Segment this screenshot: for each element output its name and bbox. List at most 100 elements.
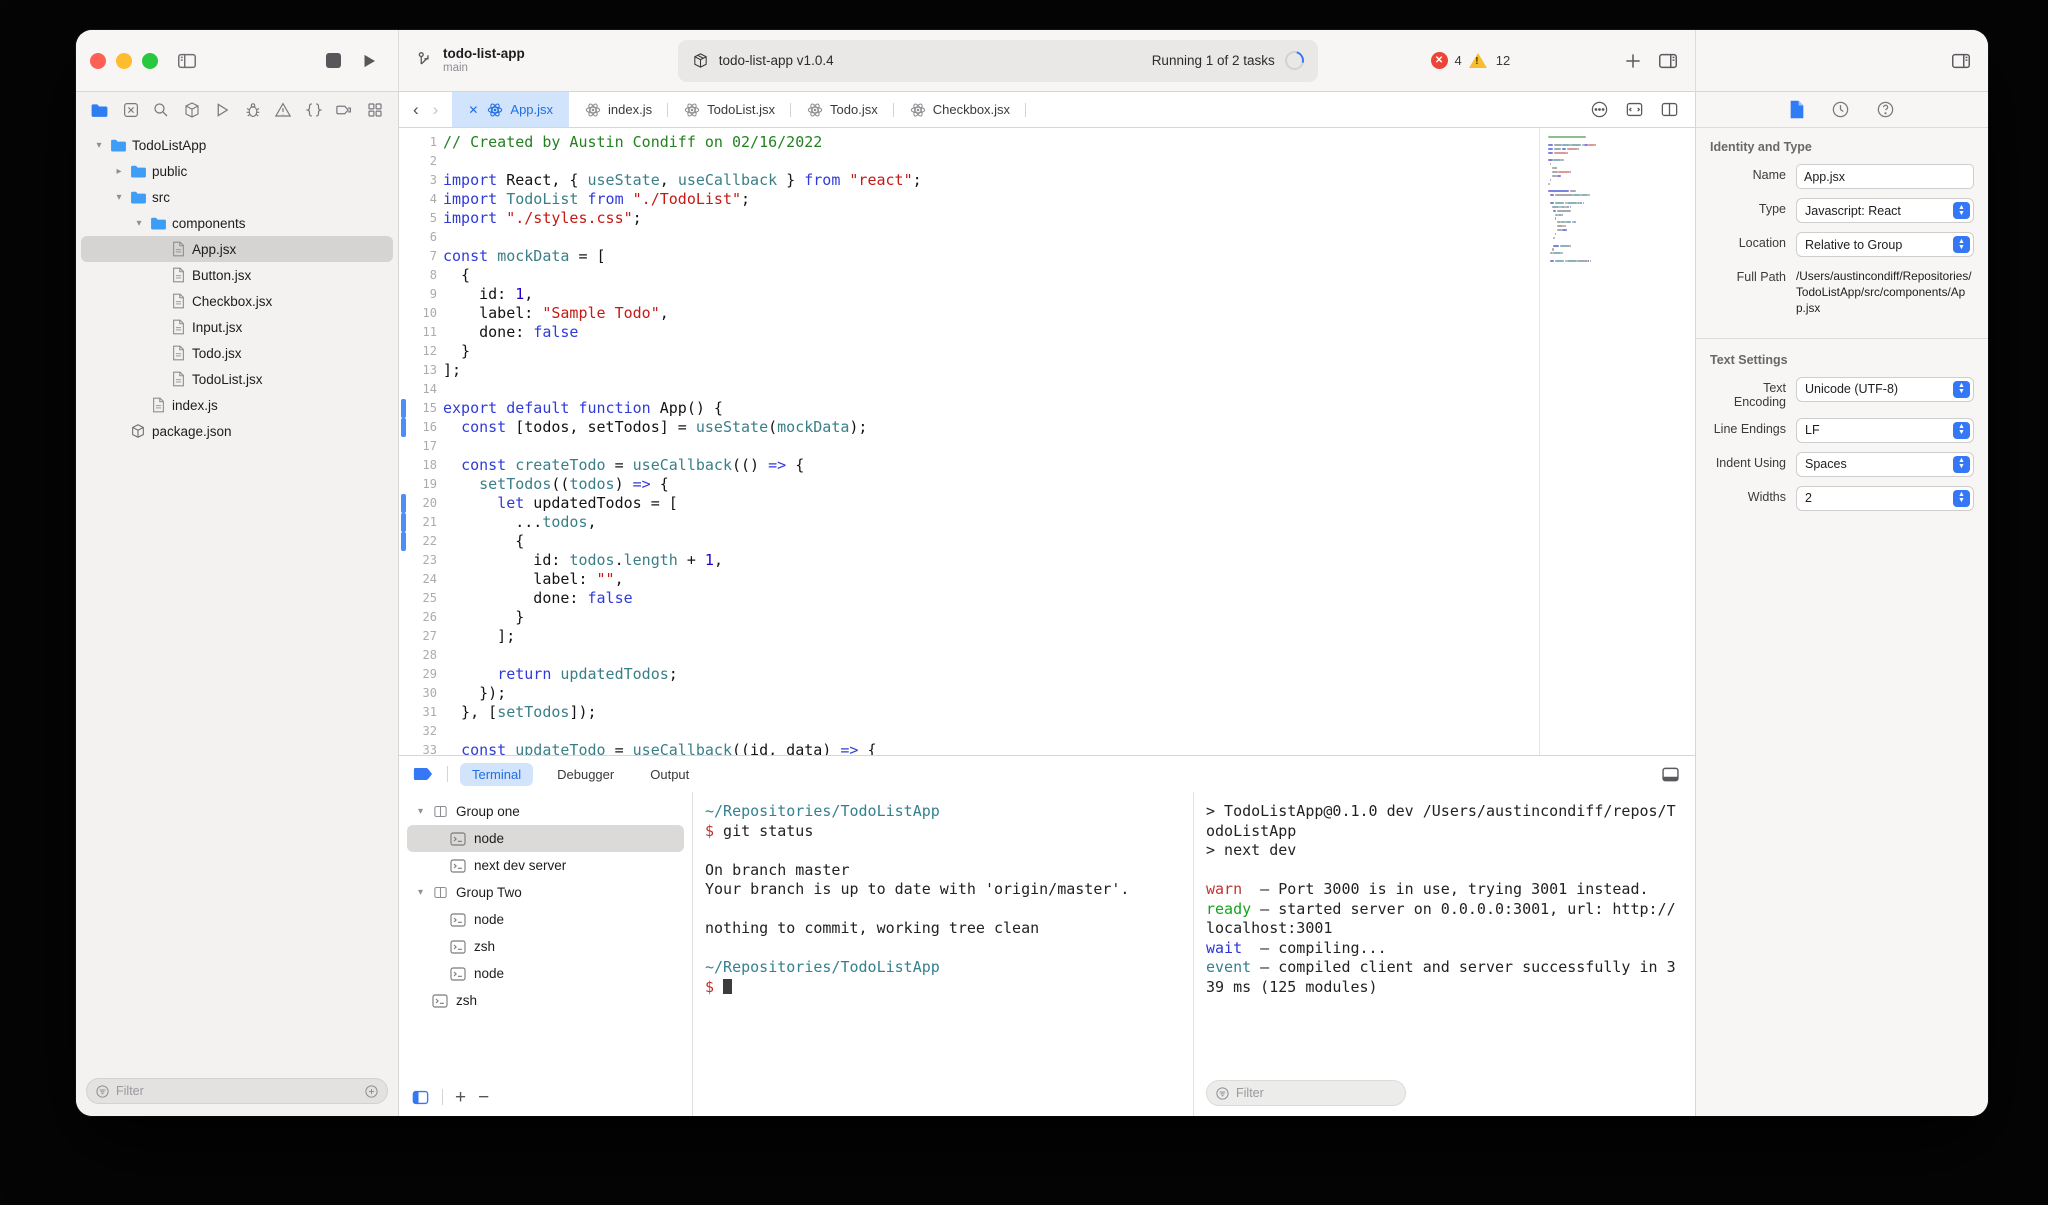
package-navigator-icon[interactable] — [183, 101, 201, 119]
source-control-navigator-icon[interactable] — [122, 101, 140, 119]
terminal-group-Group-one[interactable]: ▾ Group one — [407, 798, 684, 825]
terminal-output-main[interactable]: ~/Repositories/TodoListApp $ git status O… — [693, 792, 1193, 1116]
minimize-window-button[interactable] — [116, 52, 132, 69]
terminal-filter-field[interactable] — [1206, 1080, 1406, 1106]
add-filter-icon[interactable] — [364, 1084, 379, 1099]
code-line[interactable]: 14 — [399, 380, 1539, 399]
hide-drawer-icon[interactable] — [1660, 764, 1681, 785]
line-endings-dropdown[interactable]: LF ▲ ▼ — [1796, 417, 1974, 443]
run-button[interactable] — [354, 46, 384, 76]
close-window-button[interactable] — [90, 52, 106, 69]
add-button[interactable] — [1623, 51, 1643, 71]
debug-navigator-icon[interactable] — [244, 101, 262, 119]
terminal-session-node[interactable]: node — [407, 825, 684, 852]
indent-dropdown[interactable]: Spaces ▲ ▼ — [1796, 451, 1974, 477]
tab-output[interactable]: Output — [638, 763, 701, 786]
file-tree-item-src[interactable]: ▾ src — [81, 184, 393, 210]
code-line[interactable]: 9 id: 1, — [399, 285, 1539, 304]
terminal-session-node[interactable]: node — [407, 906, 684, 933]
run-navigator-icon[interactable] — [213, 101, 231, 119]
terminal-session-zsh[interactable]: zsh — [407, 987, 684, 1014]
terminal-session-node[interactable]: node — [407, 960, 684, 987]
file-tree-item-Todo.jsx[interactable]: Todo.jsx — [81, 340, 393, 366]
code-line[interactable]: 30 }); — [399, 684, 1539, 703]
code-line[interactable]: 15 export default function App() { — [399, 399, 1539, 418]
code-line[interactable]: 10 label: "Sample Todo", — [399, 304, 1539, 323]
extensions-navigator-icon[interactable] — [335, 101, 353, 119]
stop-button[interactable] — [318, 46, 348, 76]
type-dropdown[interactable]: Javascript: React ▲ ▼ — [1796, 198, 1974, 223]
encoding-dropdown[interactable]: Unicode (UTF-8) ▲ ▼ — [1796, 376, 1974, 402]
code-line[interactable]: 1// Created by Austin Condiff on 02/16/2… — [399, 133, 1539, 152]
code-line[interactable]: 11 done: false — [399, 323, 1539, 342]
disclosure-chevron[interactable]: ▾ — [111, 192, 127, 203]
code-area[interactable]: 1// Created by Austin Condiff on 02/16/2… — [399, 128, 1539, 755]
code-line[interactable]: 22 { — [399, 532, 1539, 551]
file-tree-item-package.json[interactable]: package.json — [81, 418, 393, 444]
zoom-window-button[interactable] — [142, 52, 158, 69]
code-line[interactable]: 2 — [399, 152, 1539, 171]
minimap[interactable] — [1539, 128, 1695, 755]
code-line[interactable]: 28 — [399, 646, 1539, 665]
tab-debugger[interactable]: Debugger — [545, 763, 626, 786]
code-line[interactable]: 26 } — [399, 608, 1539, 627]
editor-tab-TodoList.jsx[interactable]: TodoList.jsx — [668, 92, 792, 127]
navigate-back-icon[interactable]: ‹ — [413, 100, 419, 120]
file-tree-item-index.js[interactable]: index.js — [81, 392, 393, 418]
code-line[interactable]: 33 const updateTodo = useCallback((id, d… — [399, 741, 1539, 755]
disclosure-chevron[interactable]: ▾ — [413, 806, 428, 817]
editor-tab-Checkbox.jsx[interactable]: Checkbox.jsx — [894, 92, 1027, 127]
disclosure-chevron[interactable]: ▾ — [413, 887, 428, 898]
code-line[interactable]: 18 const createTodo = useCallback(() => … — [399, 456, 1539, 475]
toggle-right-sidebar-icon[interactable] — [1657, 50, 1679, 72]
terminal-session-next-dev-server[interactable]: next dev server — [407, 852, 684, 879]
code-line[interactable]: 31 }, [setTodos]); — [399, 703, 1539, 722]
code-line[interactable]: 5 import "./styles.css"; — [399, 209, 1539, 228]
code-line[interactable]: 20 let updatedTodos = [ — [399, 494, 1539, 513]
drawer-tag-icon[interactable] — [413, 766, 435, 782]
code-line[interactable]: 3 import React, { useState, useCallback }… — [399, 171, 1539, 190]
help-inspector-icon[interactable] — [1876, 100, 1895, 119]
add-terminal-button[interactable]: + — [455, 1088, 466, 1107]
editor-tab-App.jsx[interactable]: ✕ App.jsx — [452, 92, 570, 127]
project-info[interactable]: todo-list-app main — [415, 46, 565, 75]
issues-navigator-icon[interactable] — [274, 101, 292, 119]
code-line[interactable]: 27 ]; — [399, 627, 1539, 646]
location-dropdown[interactable]: Relative to Group ▲ ▼ — [1796, 232, 1974, 257]
code-line[interactable]: 19 setTodos((todos) => { — [399, 475, 1539, 494]
code-line[interactable]: 6 — [399, 228, 1539, 247]
remove-terminal-button[interactable]: − — [478, 1088, 489, 1107]
editor-tab-index.js[interactable]: index.js — [569, 92, 669, 127]
name-field[interactable] — [1796, 164, 1974, 189]
search-navigator-icon[interactable] — [152, 101, 170, 119]
navigator-filter-input[interactable] — [116, 1084, 358, 1098]
toggle-session-sidebar-icon[interactable] — [411, 1088, 430, 1107]
editor-tab-Todo.jsx[interactable]: Todo.jsx — [791, 92, 894, 127]
tab-terminal[interactable]: Terminal — [460, 762, 534, 786]
code-line[interactable]: 4 import TodoList from "./TodoList"; — [399, 190, 1539, 209]
issue-badges[interactable]: ✕ 4 12 — [1430, 52, 1510, 69]
toggle-left-sidebar-icon[interactable] — [172, 46, 202, 76]
close-tab-icon[interactable]: ✕ — [468, 103, 478, 117]
file-tree-item-Checkbox.jsx[interactable]: Checkbox.jsx — [81, 288, 393, 314]
code-line[interactable]: 12 } — [399, 342, 1539, 361]
file-inspector-icon[interactable] — [1789, 100, 1805, 119]
code-line[interactable]: 16 const [todos, setTodos] = useState(mo… — [399, 418, 1539, 437]
code-line[interactable]: 17 — [399, 437, 1539, 456]
grid-navigator-icon[interactable] — [366, 101, 384, 119]
file-tree-item-TodoList.jsx[interactable]: TodoList.jsx — [81, 366, 393, 392]
code-line[interactable]: 13]; — [399, 361, 1539, 380]
navigator-filter-field[interactable] — [86, 1078, 388, 1104]
code-line[interactable]: 8 { — [399, 266, 1539, 285]
terminal-output-dev[interactable]: > TodoListApp@0.1.0 dev /Users/austincon… — [1193, 792, 1695, 1116]
code-line[interactable]: 24 label: "", — [399, 570, 1539, 589]
code-line[interactable]: 7 const mockData = [ — [399, 247, 1539, 266]
terminal-session-zsh[interactable]: zsh — [407, 933, 684, 960]
code-line[interactable]: 25 done: false — [399, 589, 1539, 608]
terminal-filter-input[interactable] — [1236, 1086, 1397, 1100]
activity-status-bar[interactable]: todo-list-app v1.0.4 Running 1 of 2 task… — [677, 39, 1318, 82]
disclosure-chevron[interactable]: ▾ — [131, 218, 147, 229]
widths-dropdown[interactable]: 2 ▲ ▼ — [1796, 485, 1974, 511]
code-line[interactable]: 32 — [399, 722, 1539, 741]
project-navigator-icon[interactable] — [90, 101, 109, 120]
